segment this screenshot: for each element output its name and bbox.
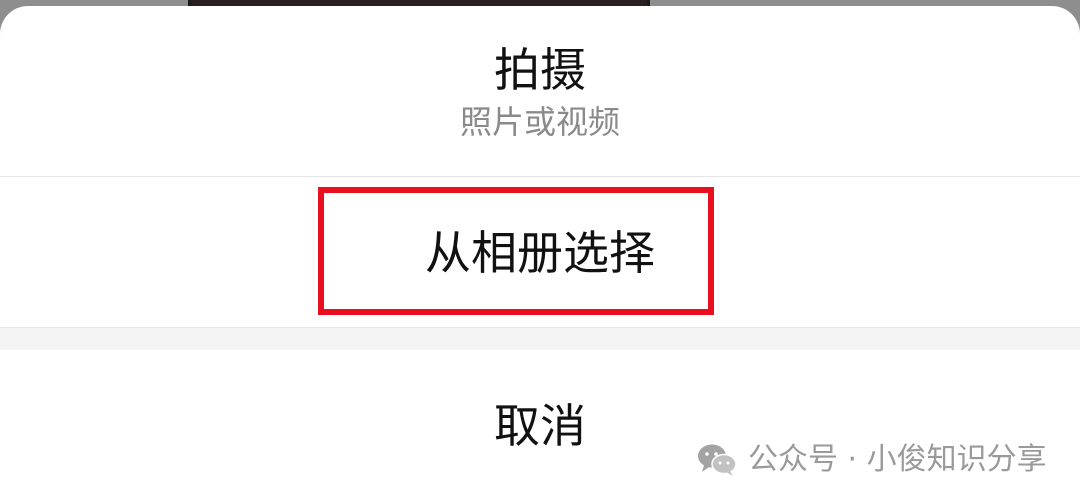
capture-title: 拍摄 bbox=[494, 43, 586, 97]
wechat-icon bbox=[698, 444, 737, 476]
watermark: 公众号 · 小俊知识分享 bbox=[696, 436, 1047, 484]
capture-subtitle: 照片或视频 bbox=[459, 103, 620, 141]
highlight-annotation-box bbox=[318, 187, 714, 315]
section-gap bbox=[0, 328, 1080, 350]
watermark-text: 公众号 · 小俊知识分享 bbox=[748, 442, 1047, 477]
capture-option[interactable]: 拍摄 照片或视频 bbox=[0, 6, 1080, 176]
